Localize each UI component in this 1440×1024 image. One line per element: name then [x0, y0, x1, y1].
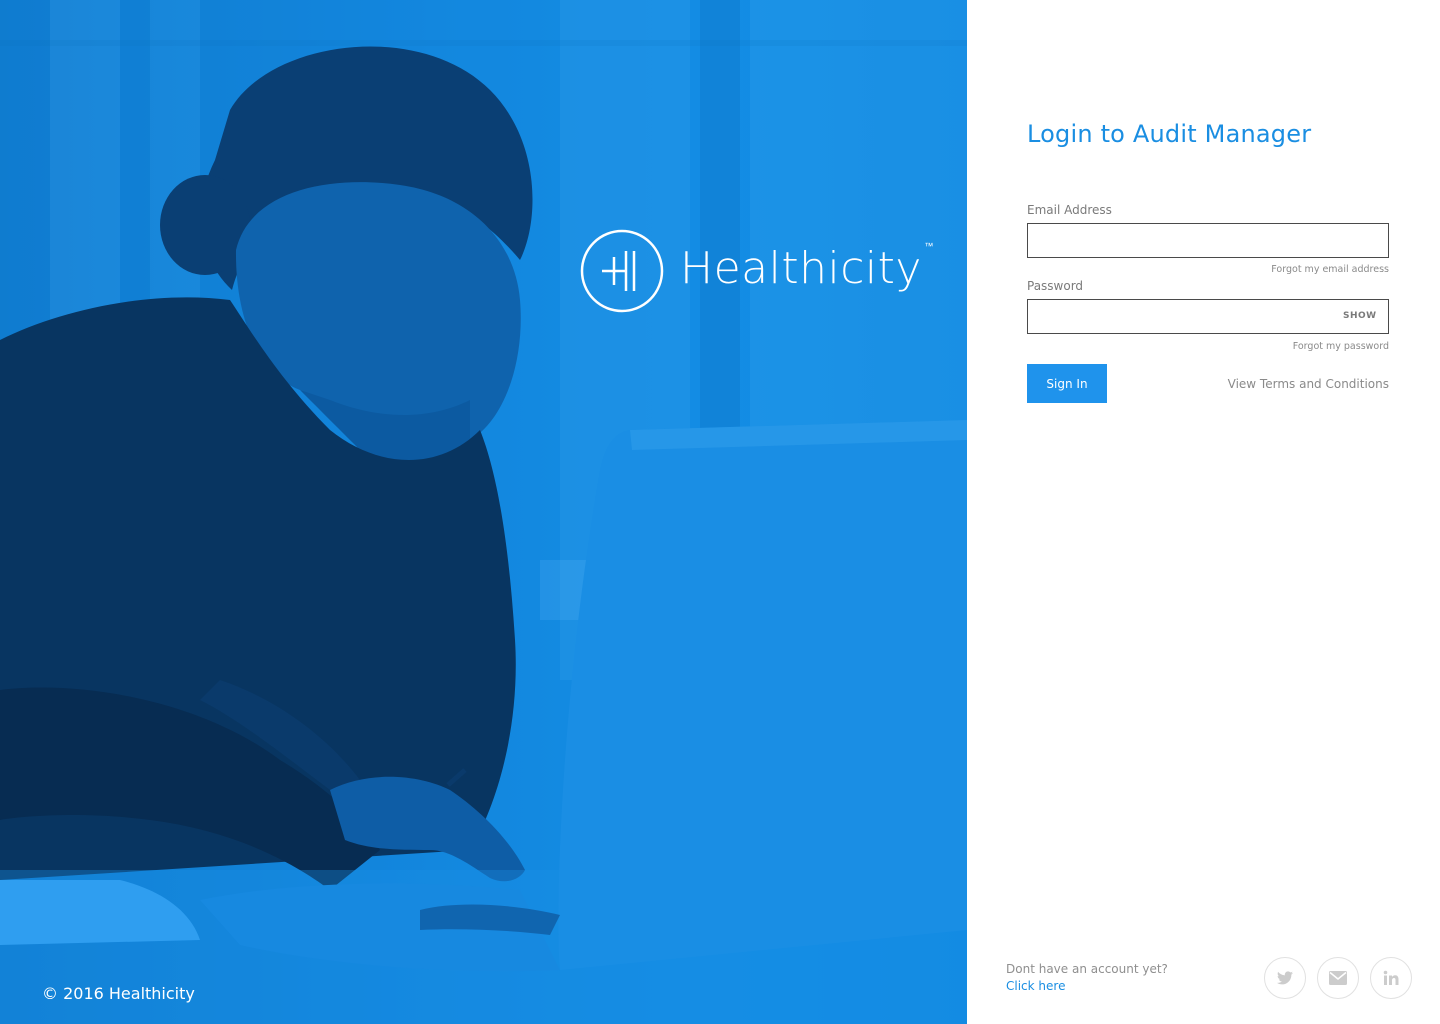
hero-panel: Healthicity ™ © 2016 Healthicity — [0, 0, 967, 1024]
copyright-text: © 2016 Healthicity — [42, 984, 195, 1003]
healthicity-logo-mark-icon — [580, 229, 664, 313]
forgot-password-link[interactable]: Forgot my password — [1293, 341, 1389, 352]
linkedin-button[interactable] — [1370, 957, 1412, 999]
email-label: Email Address — [1027, 203, 1112, 217]
hero-photo — [0, 0, 967, 1024]
email-field[interactable] — [1027, 223, 1389, 258]
twitter-icon — [1277, 971, 1293, 985]
password-field[interactable] — [1027, 299, 1389, 334]
healthicity-logo: Healthicity ™ — [580, 229, 934, 313]
mail-icon — [1329, 971, 1347, 985]
signup-link[interactable]: Click here — [1006, 979, 1065, 993]
login-panel: Login to Audit Manager Email Address For… — [967, 0, 1440, 1024]
twitter-button[interactable] — [1264, 957, 1306, 999]
no-account-prompt: Dont have an account yet? — [1006, 962, 1168, 976]
brand-name: Healthicity ™ — [680, 242, 934, 294]
trademark-symbol: ™ — [924, 242, 934, 252]
sign-in-button[interactable]: Sign In — [1027, 364, 1107, 403]
mail-button[interactable] — [1317, 957, 1359, 999]
forgot-email-link[interactable]: Forgot my email address — [1271, 264, 1389, 275]
linkedin-icon — [1383, 970, 1399, 985]
login-page: Healthicity ™ © 2016 Healthicity Login to… — [0, 0, 1440, 1024]
password-label: Password — [1027, 279, 1084, 293]
show-password-toggle[interactable]: SHOW — [1343, 311, 1377, 321]
terms-link[interactable]: View Terms and Conditions — [1228, 377, 1389, 391]
page-title: Login to Audit Manager — [1027, 120, 1312, 148]
